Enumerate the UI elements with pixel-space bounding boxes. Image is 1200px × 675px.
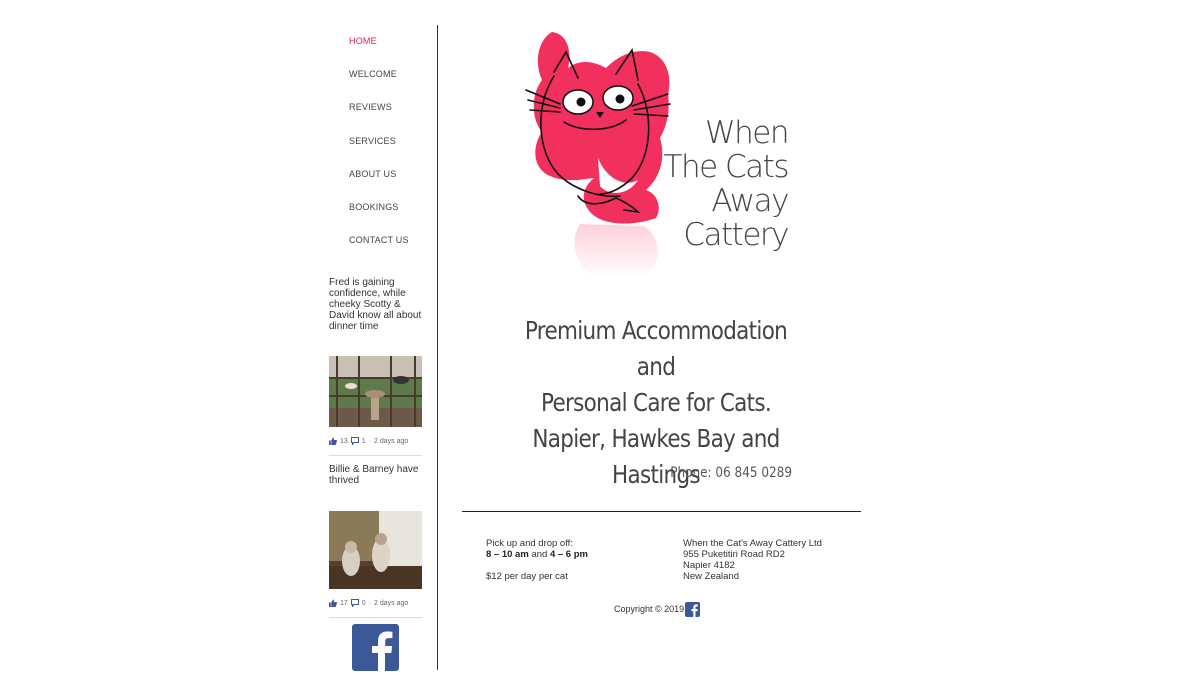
feed-post-text[interactable]: Fred is gaining confidence, while cheeky… bbox=[329, 277, 425, 332]
address-line: 955 Puketitiri Road RD2 bbox=[683, 549, 785, 560]
logo-line: Cattery bbox=[683, 217, 789, 253]
content-divider bbox=[462, 511, 861, 512]
facebook-icon[interactable] bbox=[685, 602, 700, 617]
post-time: 2 days ago bbox=[374, 599, 409, 607]
address-line: New Zealand bbox=[683, 571, 739, 582]
nav-contact-us[interactable]: CONTACT US bbox=[349, 235, 439, 268]
comment-count: 1 bbox=[361, 437, 366, 445]
feed-post-meta: 17 0 · 2 days ago bbox=[329, 599, 409, 608]
copyright-text: Copyright © 2019 bbox=[614, 604, 685, 614]
meta-separator: · bbox=[368, 599, 372, 607]
post-time: 2 days ago bbox=[374, 437, 409, 445]
tagline-line: Personal Care for Cats. bbox=[540, 388, 772, 417]
address-line: When the Cat's Away Cattery Ltd bbox=[683, 538, 822, 549]
logo-line: When bbox=[704, 115, 790, 151]
tagline-line: Premium Accommodation and bbox=[524, 316, 788, 381]
pickup-and: and bbox=[531, 549, 548, 560]
like-count: 17 bbox=[340, 599, 348, 607]
logo-line: Away bbox=[711, 183, 789, 219]
nav-services[interactable]: SERVICES bbox=[349, 136, 439, 169]
logo-line: The Cats bbox=[663, 149, 790, 185]
address-block: When the Cat's Away Cattery Ltd 955 Puke… bbox=[683, 538, 822, 582]
phone-number[interactable]: Phone: 06 845 0289 bbox=[661, 465, 792, 481]
nav-home[interactable]: HOME bbox=[349, 36, 439, 69]
pickup-time-afternoon: 4 – 6 pm bbox=[549, 549, 588, 560]
feed-photo-two-cats[interactable] bbox=[329, 511, 422, 589]
feed-photo-cats-enclosure[interactable] bbox=[329, 356, 422, 427]
feed-divider bbox=[329, 455, 422, 456]
pickup-time-morning: 8 – 10 am bbox=[486, 549, 529, 560]
pickup-label: Pick up and drop off: bbox=[486, 538, 573, 549]
pickup-hours: 8 – 10 am and 4 – 6 pm bbox=[486, 549, 588, 560]
meta-separator: · bbox=[368, 437, 372, 445]
nav-welcome[interactable]: WELCOME bbox=[349, 69, 439, 102]
sidebar-divider bbox=[437, 25, 439, 670]
thumbs-up-icon[interactable] bbox=[329, 437, 337, 445]
facebook-icon[interactable] bbox=[352, 624, 399, 671]
hours-block: Pick up and drop off: 8 – 10 am and 4 – … bbox=[486, 538, 588, 582]
feed-post-text[interactable]: Billie & Barney have thrived bbox=[329, 464, 425, 486]
comment-icon[interactable] bbox=[350, 599, 359, 608]
comment-icon[interactable] bbox=[350, 437, 359, 446]
feed-divider bbox=[329, 617, 422, 618]
nav-bookings[interactable]: BOOKINGS bbox=[349, 202, 439, 235]
address-line: Napier 4182 bbox=[683, 560, 735, 571]
nav-about-us[interactable]: ABOUT US bbox=[349, 169, 439, 202]
price-text: $12 per day per cat bbox=[486, 571, 568, 582]
sidebar-nav: HOME WELCOME REVIEWS SERVICES ABOUT US B… bbox=[349, 36, 439, 268]
logo-wordmark: When The Cats Away Cattery bbox=[648, 115, 790, 253]
like-count: 13 bbox=[340, 437, 348, 445]
thumbs-up-icon[interactable] bbox=[329, 599, 337, 607]
comment-count: 0 bbox=[361, 599, 366, 607]
nav-reviews[interactable]: REVIEWS bbox=[349, 102, 439, 135]
tagline-line: Napier, Hawkes Bay and bbox=[532, 424, 780, 453]
feed-post-meta: 13 1 · 2 days ago bbox=[329, 437, 409, 446]
